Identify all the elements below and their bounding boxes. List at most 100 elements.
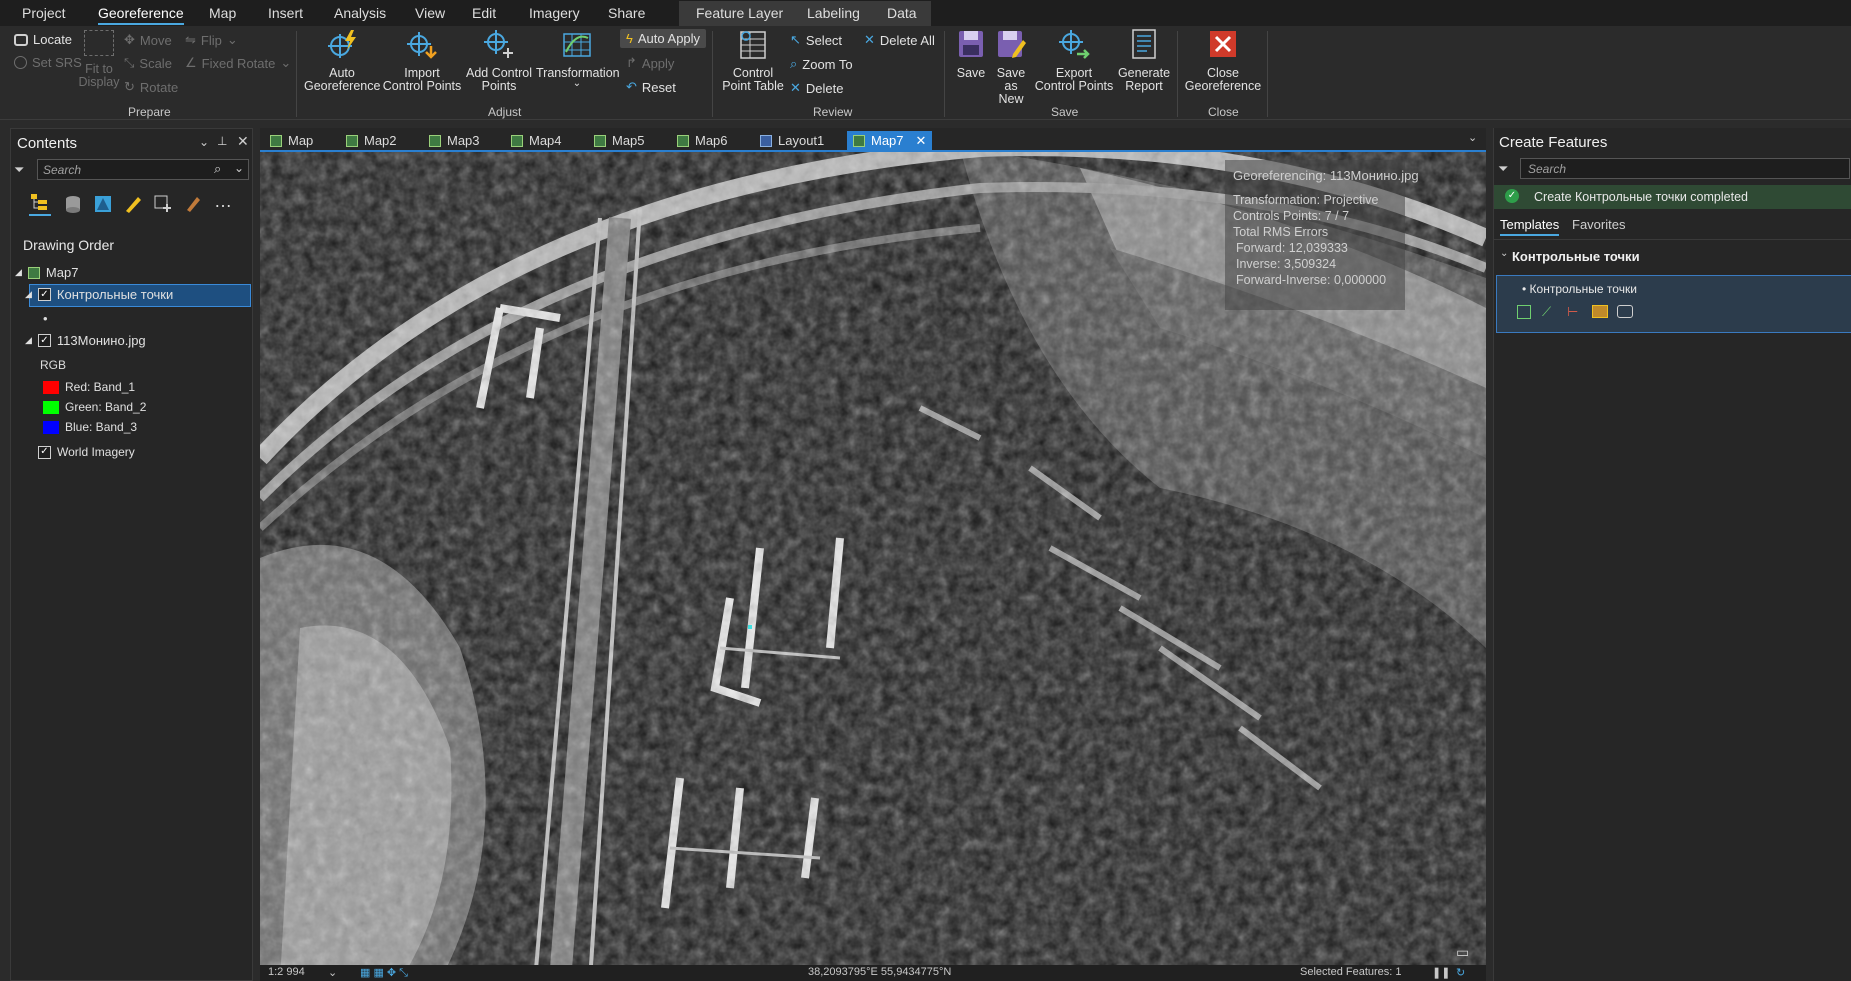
- group-label-close: Close: [1208, 105, 1239, 119]
- move-button[interactable]: ✥ Move: [124, 32, 172, 48]
- control-point-table-button[interactable]: Control Point Table: [718, 28, 788, 93]
- close-icon[interactable]: ✕: [237, 133, 249, 150]
- tab-map4[interactable]: Map4: [505, 131, 568, 150]
- control-point-marker[interactable]: [748, 625, 752, 629]
- delete-button[interactable]: ✕ Delete: [790, 80, 843, 96]
- menu-tab-share[interactable]: Share: [608, 5, 645, 21]
- tab-map5[interactable]: Map5: [588, 131, 651, 150]
- close-icon[interactable]: ✕: [916, 133, 927, 149]
- delete-all-icon: ✕: [864, 32, 875, 47]
- delete-all-button[interactable]: ✕ Delete All: [864, 32, 935, 48]
- filter-icon[interactable]: ⏷: [1498, 161, 1508, 177]
- import-control-points-button[interactable]: Import Control Points: [382, 28, 462, 93]
- contents-search-input[interactable]: Search ⌕ ⌄: [37, 159, 249, 180]
- zoom-to-button[interactable]: ⌕ Zoom To: [790, 56, 853, 72]
- menu-tab-data[interactable]: Data: [887, 5, 917, 21]
- scale-button[interactable]: ⤡ Scale: [124, 55, 172, 71]
- menu-tab-view[interactable]: View: [415, 5, 445, 21]
- layer-visibility-checkbox[interactable]: ✓: [38, 445, 51, 459]
- rotate-button[interactable]: ↻ Rotate: [124, 79, 178, 95]
- flip-button[interactable]: ⇋ Flip ⌄: [185, 32, 238, 48]
- map-icon: [346, 134, 358, 147]
- chevron-down-icon[interactable]: ⌄: [234, 161, 244, 175]
- select-icon: ↖: [790, 32, 801, 47]
- chevron-down-icon[interactable]: ⌄: [1500, 248, 1508, 259]
- fit-to-display-button[interactable]: Fit to Display: [78, 30, 120, 89]
- locate-button[interactable]: Locate: [14, 32, 72, 47]
- tab-map3[interactable]: Map3: [423, 131, 486, 150]
- layer-visibility-checkbox[interactable]: ✓: [37, 334, 51, 347]
- auto-georeference-button[interactable]: Auto Georeference: [304, 28, 380, 93]
- chevron-down-icon[interactable]: ⌄: [199, 135, 209, 149]
- generate-report-button[interactable]: Generate Report: [1116, 28, 1172, 93]
- menu-tab-map[interactable]: Map: [209, 5, 236, 21]
- grid-icon[interactable]: ▦ ▦ ✥ ⤡: [360, 966, 408, 980]
- filter-icon[interactable]: ⏷: [14, 162, 24, 178]
- more-options-icon[interactable]: …: [214, 191, 232, 212]
- export-control-points-button[interactable]: Export Control Points: [1034, 28, 1114, 93]
- line-tool-icon[interactable]: ⟋: [1542, 304, 1551, 320]
- list-by-drawing-order-icon[interactable]: [29, 192, 51, 216]
- tab-favorites[interactable]: Favorites: [1572, 217, 1625, 232]
- tab-templates[interactable]: Templates: [1500, 217, 1560, 236]
- reset-button[interactable]: ↶ Reset: [626, 79, 676, 95]
- layer-world-imagery[interactable]: ✓ World Imagery: [38, 445, 135, 459]
- list-by-snapping-icon[interactable]: [153, 194, 173, 217]
- tab-map[interactable]: Map: [264, 131, 319, 150]
- select-button[interactable]: ↖ Select: [790, 32, 842, 48]
- group-label-save: Save: [1051, 105, 1079, 119]
- close-georeference-button[interactable]: Close Georeference: [1182, 28, 1264, 93]
- ribbon-separator: [1267, 31, 1268, 117]
- layer-control-points[interactable]: ◢ ✓ Контрольные точки: [25, 287, 173, 302]
- tab-map6[interactable]: Map6: [671, 131, 734, 150]
- fixed-rotate-icon: ∠: [185, 55, 197, 70]
- apply-button[interactable]: ↱ Apply: [626, 55, 674, 71]
- ribbon: Locate Set SRS Fit to Display ✥ Move ⤡ Sca…: [0, 26, 1851, 120]
- pin-icon[interactable]: ⊥: [217, 134, 227, 148]
- collapse-arrow-icon[interactable]: ◢: [25, 335, 32, 346]
- refresh-icon[interactable]: ↻: [1456, 966, 1465, 979]
- create-features-pane: Create Features ⏷ Search ✓ Create Контро…: [1493, 128, 1851, 981]
- menu-tab-feature-layer[interactable]: Feature Layer: [696, 5, 783, 21]
- save-button[interactable]: Save: [952, 28, 990, 80]
- table-tool-icon[interactable]: [1592, 305, 1608, 318]
- list-by-editing-icon[interactable]: [123, 194, 143, 217]
- collapse-arrow-icon[interactable]: ◢: [25, 289, 32, 300]
- menu-tab-labeling[interactable]: Labeling: [807, 5, 860, 21]
- collapse-arrow-icon[interactable]: ◢: [15, 267, 22, 278]
- list-by-labeling-icon[interactable]: [183, 194, 203, 217]
- add-control-points-button[interactable]: Add Control Points: [463, 28, 535, 93]
- search-icon[interactable]: ⌕: [214, 161, 221, 177]
- menu-tab-project[interactable]: Project: [22, 5, 66, 21]
- chat-icon[interactable]: ▭: [1456, 944, 1469, 961]
- layer-image[interactable]: ◢ ✓ 113Монино.jpg: [25, 333, 146, 348]
- camera-tool-icon[interactable]: [1617, 305, 1633, 318]
- menu-tab-georeference[interactable]: Georeference: [98, 5, 184, 25]
- scale-selector[interactable]: 1:2 994: [268, 966, 305, 978]
- menu-tab-imagery[interactable]: Imagery: [529, 5, 580, 21]
- split-tool-icon[interactable]: ⊢: [1567, 304, 1578, 320]
- map-node[interactable]: ◢ Map7: [15, 265, 78, 280]
- template-item[interactable]: • Контрольные точки ⟋ ⊢: [1496, 275, 1851, 333]
- chevron-down-icon[interactable]: ⌄: [328, 966, 337, 979]
- tab-map7[interactable]: Map7 ✕: [847, 131, 933, 150]
- tab-layout1[interactable]: Layout1: [754, 131, 830, 150]
- layer-visibility-checkbox[interactable]: ✓: [37, 288, 51, 301]
- menu-tab-analysis[interactable]: Analysis: [334, 5, 386, 21]
- ribbon-separator: [712, 31, 713, 117]
- fixed-rotate-button[interactable]: ∠ Fixed Rotate ⌄: [185, 55, 291, 71]
- menu-tab-insert[interactable]: Insert: [268, 5, 303, 21]
- set-srs-button[interactable]: Set SRS: [14, 55, 82, 70]
- tab-map2[interactable]: Map2: [340, 131, 403, 150]
- pause-icon[interactable]: ❚❚: [1432, 966, 1450, 979]
- list-by-selection-icon[interactable]: [93, 194, 113, 217]
- transformation-button[interactable]: Transformation ⌄: [536, 28, 620, 89]
- menu-tab-edit[interactable]: Edit: [472, 5, 496, 21]
- create-features-search-input[interactable]: Search: [1520, 158, 1850, 179]
- point-tool-icon[interactable]: [1517, 305, 1531, 319]
- list-by-source-icon[interactable]: [63, 194, 83, 217]
- ribbon-separator: [944, 31, 945, 117]
- chevron-down-icon[interactable]: ⌄: [1468, 131, 1477, 144]
- save-as-new-button[interactable]: Save as New: [990, 28, 1032, 106]
- auto-apply-toggle[interactable]: ϟ Auto Apply: [620, 29, 707, 48]
